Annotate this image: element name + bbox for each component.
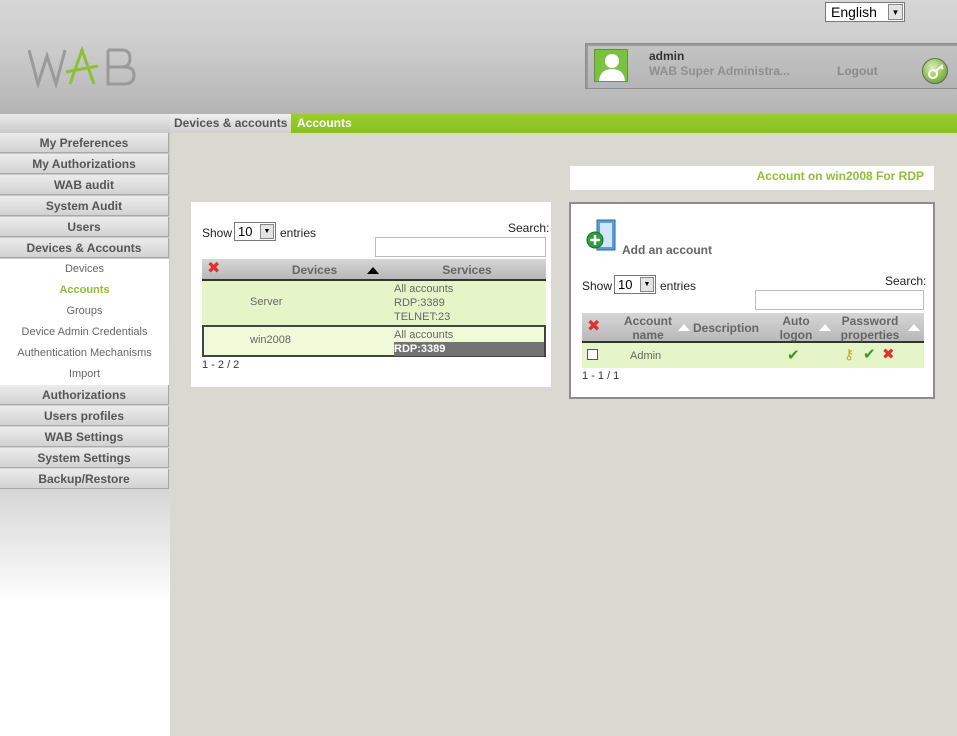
search-input[interactable] <box>375 237 546 257</box>
column-password-properties[interactable]: Password properties <box>838 314 902 342</box>
show-label: Show <box>202 226 233 240</box>
user-role: WAB Super Administra... <box>649 64 790 78</box>
delete-icon[interactable]: ✖ <box>882 345 895 363</box>
table-row[interactable]: Server All accounts RDP:3389 TELNET:23 <box>202 281 546 325</box>
sort-icon[interactable] <box>819 324 831 331</box>
sidebar-item-wab-settings[interactable]: WAB Settings <box>0 427 169 447</box>
sidebar: My Preferences My Authorizations WAB aud… <box>0 133 170 736</box>
check-icon[interactable]: ✔ <box>863 345 876 363</box>
sidebar-subitem-import[interactable]: Import <box>0 364 169 385</box>
language-value: English <box>831 4 877 20</box>
sidebar-subitem-authentication-mechanisms[interactable]: Authentication Mechanisms <box>0 343 169 364</box>
add-account-link[interactable]: Add an account <box>622 243 712 257</box>
sidebar-item-my-authorizations[interactable]: My Authorizations <box>0 154 169 174</box>
entries-select[interactable]: 10 ▼ <box>614 275 656 294</box>
column-services[interactable]: Services <box>412 263 522 277</box>
column-auto-logon[interactable]: Auto logon <box>776 314 816 342</box>
search-label: Search: <box>508 221 550 235</box>
sidebar-subitem-accounts[interactable]: Accounts <box>0 280 169 301</box>
sidebar-item-system-settings[interactable]: System Settings <box>0 448 169 468</box>
device-name[interactable]: win2008 <box>250 334 291 346</box>
sidebar-item-wab-audit[interactable]: WAB audit <box>0 175 169 195</box>
account-name[interactable]: Admin <box>630 350 661 362</box>
user-name: admin <box>649 49 685 63</box>
table-info: 1 - 2 / 2 <box>202 359 240 371</box>
row-checkbox[interactable] <box>587 349 598 360</box>
table-info: 1 - 1 / 1 <box>582 370 620 382</box>
delete-icon[interactable]: ✖ <box>207 261 220 277</box>
entries-value: 10 <box>238 224 253 239</box>
chevron-down-icon[interactable]: ▼ <box>260 224 274 239</box>
key-icon[interactable]: ⚷ <box>844 346 854 363</box>
sidebar-subitem-devices[interactable]: Devices <box>0 259 169 280</box>
header: English ▼ admin WAB Super Administra... … <box>0 0 957 114</box>
wab-logo <box>28 46 136 88</box>
delete-icon[interactable]: ✖ <box>587 319 600 335</box>
sidebar-subitem-device-admin-credentials[interactable]: Device Admin Credentials <box>0 322 169 343</box>
user-box: admin WAB Super Administra... Logout <box>585 43 957 89</box>
check-icon: ✔ <box>787 347 800 364</box>
entries-select[interactable]: 10 ▼ <box>234 222 276 241</box>
chevron-down-icon[interactable]: ▼ <box>888 4 903 20</box>
logout-icon[interactable] <box>922 58 948 84</box>
service-item[interactable]: All accounts <box>394 282 453 296</box>
language-select[interactable]: English ▼ <box>825 2 905 22</box>
accounts-panel: Add an account Show 10 ▼ entries Search:… <box>569 202 935 399</box>
search-input[interactable] <box>755 290 924 310</box>
chevron-down-icon[interactable]: ▼ <box>640 277 654 292</box>
logout-link[interactable]: Logout <box>837 64 878 78</box>
sort-icon[interactable] <box>678 324 690 331</box>
breadcrumb-current: Accounts <box>297 116 352 130</box>
sidebar-item-backup-restore[interactable]: Backup/Restore <box>0 469 169 489</box>
sidebar-item-users[interactable]: Users <box>0 217 169 237</box>
accounts-panel-title: Account on win2008 For RDP <box>570 166 934 190</box>
breadcrumb-parent[interactable]: Devices & accounts <box>170 114 292 133</box>
breadcrumb-spacer <box>0 114 170 133</box>
avatar <box>594 49 628 82</box>
sidebar-subitem-groups[interactable]: Groups <box>0 301 169 322</box>
service-item[interactable]: RDP:3389 <box>394 296 445 310</box>
column-account-name[interactable]: Account name <box>622 314 674 342</box>
show-label: Show <box>582 279 613 293</box>
column-devices[interactable]: Devices <box>262 263 367 277</box>
entries-label: entries <box>280 226 317 240</box>
table-row[interactable]: Admin ✔ ⚷ ✔ ✖ <box>582 343 924 368</box>
search-label: Search: <box>885 274 927 288</box>
service-item[interactable]: TELNET:23 <box>394 310 450 324</box>
devices-table-header: ✖ Devices Services <box>202 259 546 281</box>
sort-asc-icon[interactable] <box>367 267 379 274</box>
column-description[interactable]: Description <box>692 321 760 335</box>
table-row-selected[interactable]: win2008 All accounts RDP:3389 <box>202 325 546 357</box>
entries-value: 10 <box>618 277 633 292</box>
sidebar-item-users-profiles[interactable]: Users profiles <box>0 406 169 426</box>
accounts-table-header: ✖ Account name Description Auto logon Pa… <box>582 313 924 343</box>
sidebar-item-devices-accounts[interactable]: Devices & Accounts <box>0 238 169 258</box>
service-item[interactable]: All accounts <box>394 328 453 342</box>
add-account-icon[interactable] <box>585 219 619 253</box>
sidebar-item-system-audit[interactable]: System Audit <box>0 196 169 216</box>
sort-icon[interactable] <box>908 324 920 331</box>
device-name[interactable]: Server <box>250 296 282 308</box>
sidebar-item-authorizations[interactable]: Authorizations <box>0 385 169 405</box>
devices-panel: Show 10 ▼ entries Search: ✖ Devices Serv… <box>191 202 551 387</box>
breadcrumb: Devices & accounts Accounts <box>0 114 957 133</box>
entries-label: entries <box>660 279 697 293</box>
service-item-selected[interactable]: RDP:3389 <box>394 342 544 356</box>
sidebar-item-my-preferences[interactable]: My Preferences <box>0 133 169 153</box>
